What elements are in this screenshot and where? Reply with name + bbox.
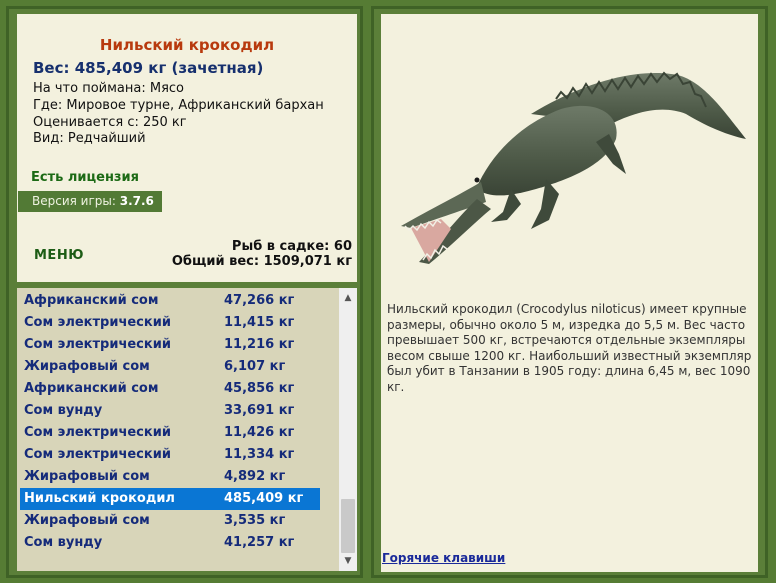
bait-info: На что поймана: Мясо xyxy=(33,81,185,96)
rarity-info: Вид: Редчайший xyxy=(33,131,146,146)
list-item-name: Африканский сом xyxy=(24,381,159,396)
list-item-weight: 47,266 кг xyxy=(224,293,295,308)
version-value: 3.7.6 xyxy=(119,194,154,208)
list-item[interactable]: Африканский сом 47,266 кг xyxy=(20,290,320,312)
list-item-weight: 11,415 кг xyxy=(224,315,295,330)
scroll-down-icon[interactable]: ▼ xyxy=(340,553,356,569)
list-item-weight: 485,409 кг xyxy=(224,491,304,506)
list-item[interactable]: Сом электрический 11,426 кг xyxy=(20,422,320,444)
menu-button[interactable]: МЕНЮ xyxy=(34,248,84,263)
list-item-name: Нильский крокодил xyxy=(24,491,175,506)
list-item-name: Сом вунду xyxy=(24,535,103,550)
list-item-weight: 11,426 кг xyxy=(224,425,295,440)
fish-weight: Вес: 485,409 кг (зачетная) xyxy=(33,59,264,77)
list-item-name: Жирафовый сом xyxy=(24,469,150,484)
scroll-up-icon[interactable]: ▲ xyxy=(340,290,356,306)
catch-list-scrollbar[interactable]: ▲ ▼ xyxy=(339,288,357,571)
list-item-weight: 3,535 кг xyxy=(224,513,286,528)
list-item-weight: 41,257 кг xyxy=(224,535,295,550)
list-item-name: Сом электрический xyxy=(24,315,171,330)
list-item-name: Сом электрический xyxy=(24,337,171,352)
list-item[interactable]: Жирафовый сом 3,535 кг xyxy=(20,510,320,532)
list-item-weight: 11,334 кг xyxy=(224,447,295,462)
fish-name: Нильский крокодил xyxy=(99,36,275,54)
list-item[interactable]: Сом электрический 11,334 кг xyxy=(20,444,320,466)
crocodile-image xyxy=(401,71,746,264)
valuation-info: Оценивается с: 250 кг xyxy=(33,115,187,130)
list-item-name: Жирафовый сом xyxy=(24,513,150,528)
list-item-weight: 45,856 кг xyxy=(224,381,295,396)
catch-list: Африканский сом 47,266 кг Сом электрически… xyxy=(17,288,357,571)
list-item[interactable]: Нильский крокодил 485,409 кг xyxy=(20,488,320,510)
scroll-thumb[interactable] xyxy=(341,499,355,553)
list-item-weight: 6,107 кг xyxy=(224,359,286,374)
list-item-weight: 11,216 кг xyxy=(224,337,295,352)
total-weight: Общий вес: 1509,071 кг xyxy=(171,254,352,269)
license-status: Есть лицензия xyxy=(31,170,139,185)
list-item-name: Сом электрический xyxy=(24,447,171,462)
description-panel: Нильский крокодил (Crocodylus niloticus)… xyxy=(381,14,758,572)
fish-info-panel: Нильский крокодил Вес: 485,409 кг (зачет… xyxy=(17,14,357,282)
list-item[interactable]: Сом электрический 11,216 кг xyxy=(20,334,320,356)
list-item[interactable]: Сом вунду 33,691 кг xyxy=(20,400,320,422)
location-info: Где: Мировое турне, Африканский бархан xyxy=(33,98,324,113)
list-item-name: Сом вунду xyxy=(24,403,103,418)
list-item-weight: 33,691 кг xyxy=(224,403,295,418)
list-item[interactable]: Африканский сом 45,856 кг xyxy=(20,378,320,400)
fish-count: Рыб в садке: 60 xyxy=(231,239,352,254)
list-item-name: Жирафовый сом xyxy=(24,359,150,374)
list-item-name: Сом электрический xyxy=(24,425,171,440)
list-item-weight: 4,892 кг xyxy=(224,469,286,484)
list-item[interactable]: Жирафовый сом 4,892 кг xyxy=(20,466,320,488)
hotkeys-link[interactable]: Горячие клавиши xyxy=(382,551,505,565)
list-item[interactable]: Жирафовый сом 6,107 кг xyxy=(20,356,320,378)
game-version: Версия игры: 3.7.6 xyxy=(18,191,162,212)
fish-description: Нильский крокодил (Crocodylus niloticus)… xyxy=(387,302,752,394)
list-item[interactable]: Сом вунду 41,257 кг xyxy=(20,532,320,554)
list-item[interactable]: Сом электрический 11,415 кг xyxy=(20,312,320,334)
list-item-name: Африканский сом xyxy=(24,293,159,308)
version-label: Версия игры: xyxy=(32,194,116,208)
